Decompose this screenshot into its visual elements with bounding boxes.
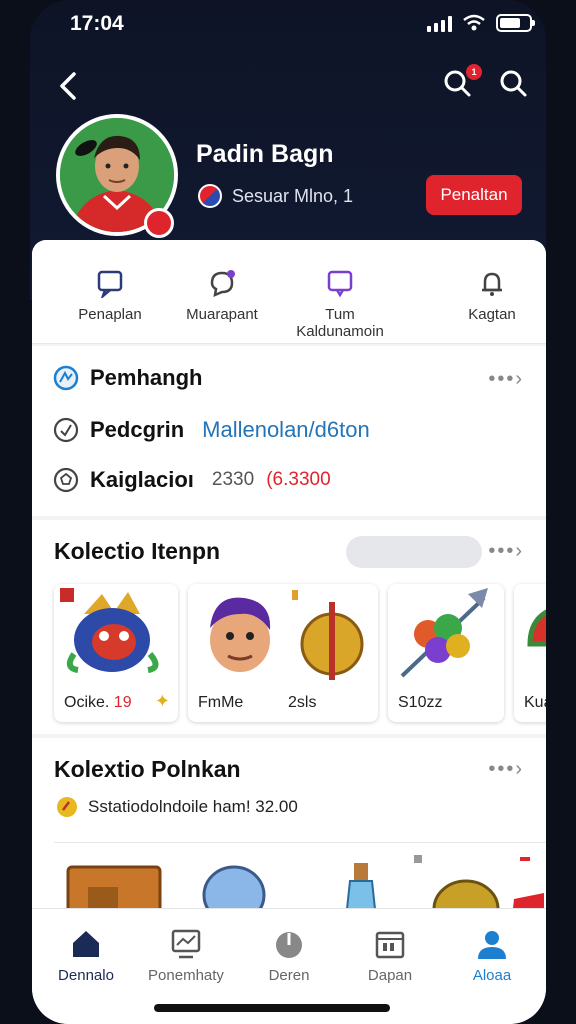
search-icon [500, 70, 527, 97]
signal-icon [427, 14, 452, 32]
tile-label: S10zz [398, 694, 443, 711]
tab-profile[interactable]: Aloaa [442, 927, 542, 984]
player-cartoon-image [210, 590, 364, 680]
quick-action-label: Kagtan [468, 306, 516, 323]
tile-label: Ocike. 19 [64, 694, 132, 711]
search-button[interactable] [498, 68, 532, 102]
chevron-left-icon [60, 72, 76, 100]
profile-subtitle-text: Sesuar Mlno, 1 [232, 185, 354, 206]
collection-title: Kolextio Polnkan [54, 756, 241, 782]
collection-subtitle-text: Sstatiodolndoile ham! 32.00 [88, 797, 298, 816]
tile-label: Kuat [524, 694, 546, 711]
tab-label: Deren [268, 967, 310, 984]
tab-deren[interactable]: Deren [239, 927, 339, 984]
battery-icon [496, 14, 535, 32]
watermelon-image [527, 609, 546, 647]
message-square-icon [327, 270, 353, 298]
quick-action-label: Muarapant [186, 306, 258, 323]
status-icons [427, 14, 535, 32]
tab-home[interactable]: Dennalo [36, 927, 136, 984]
globe-badge-icon [53, 365, 79, 391]
quick-action-label: Penaplan [78, 306, 142, 323]
info-row-value-red: (6.3300 [266, 469, 331, 490]
collection-tile[interactable]: FmMe 2sls [188, 584, 378, 722]
badge-chat-icon [210, 270, 235, 298]
dragon-mascot-image [60, 588, 159, 673]
notification-badge: 1 [466, 64, 482, 80]
tile-label: FmMe [198, 694, 244, 711]
tab-dapan[interactable]: Dapan [340, 927, 440, 984]
profile-subtitle: Sesuar Mlno, 1 [198, 184, 353, 208]
more-button[interactable]: •••› [488, 758, 524, 781]
tile-extra-label: 2sls [288, 694, 317, 711]
verified-badge-icon [144, 208, 174, 238]
collection-subtitle: Sstatiodolndoile ham! 32.00 [54, 794, 298, 820]
tab-label: Dapan [367, 967, 413, 984]
quick-action-label: Tum Kaldunamoin [296, 306, 384, 340]
info-row-label: Pemhangh [90, 365, 203, 390]
home-indicator [154, 1004, 390, 1012]
content-sheet: Penaplan Muarapant Tum Kaldunamoin Kagta… [32, 240, 546, 1024]
collection-tile[interactable]: Kuat [514, 584, 546, 722]
calendar-icon [375, 931, 405, 959]
info-row-value-gray: 2330 [211, 469, 255, 490]
profile-name: Padin Bagn [196, 140, 334, 168]
collection-tiles: Ocike. 19 ✦ FmMe 2sls S10zz Ku [54, 584, 546, 722]
ball-icon [53, 467, 79, 493]
tab-label: Ponemhaty [148, 967, 224, 984]
collection-title: Kolectio Itenpn [54, 538, 221, 564]
info-row-kaiglacio: Kaiglacioı 2330 (6.3300 [52, 466, 331, 494]
power-icon [276, 932, 302, 958]
quick-actions-bar: Penaplan Muarapant Tum Kaldunamoin Kagta… [32, 240, 546, 344]
team-flag-icon [198, 184, 222, 208]
more-button[interactable]: •••› [488, 540, 524, 563]
bell-icon [482, 272, 502, 296]
collection-tile[interactable]: S10zz [388, 584, 504, 722]
info-row-value[interactable]: Mallenolan/d6ton [202, 417, 370, 443]
back-button[interactable] [54, 68, 84, 104]
home-icon [73, 931, 99, 957]
tab-label: Aloaa [472, 967, 512, 984]
quick-action-muarapant[interactable]: Muarapant [162, 268, 282, 323]
more-button[interactable]: •••› [488, 368, 524, 391]
coin-icon [57, 797, 77, 817]
collection-filter-pill[interactable] [346, 536, 482, 568]
info-row-label: Pedcgrin [90, 417, 185, 442]
collection-items-card: Kolectio Itenpn •••› Ocike. 19 ✦ FmMe 2s… [32, 520, 546, 734]
collection-tile[interactable]: Ocike. 19 ✦ [54, 584, 178, 722]
quick-action-penaplan[interactable]: Penaplan [50, 268, 170, 323]
tab-ponemhaty[interactable]: Ponemhaty [136, 927, 236, 984]
follow-button[interactable]: Penaltan [426, 175, 522, 215]
wifi-icon [463, 14, 485, 31]
info-card: Pemhangh •••› Pedcgrin Mallenolan/d6ton … [32, 346, 546, 516]
chart-icon [171, 929, 201, 959]
quick-action-tum-kaldunamoin[interactable]: Tum Kaldunamoin [280, 268, 400, 340]
status-bar: 17:04 [0, 0, 576, 50]
sparkle-icon: ✦ [154, 691, 170, 711]
tab-label: Dennalo [58, 967, 114, 984]
notification-search-button[interactable]: 1 [442, 64, 482, 102]
status-time: 17:04 [70, 12, 124, 35]
spear-bouquet-image [400, 588, 488, 678]
check-circle-icon [53, 417, 79, 443]
chat-box-icon [97, 270, 123, 298]
info-row-label: Kaiglacioı [90, 467, 194, 492]
info-row-pemhangh[interactable]: Pemhangh [52, 364, 202, 392]
phone-screen: 17:04 1 Padin Bagn Sesuar Mlno, 1 Penalt… [0, 0, 576, 1024]
info-row-pedcgrin: Pedcgrin Mallenolan/d6ton [52, 416, 370, 444]
quick-action-kagtan[interactable]: Kagtan [432, 268, 546, 323]
person-icon [478, 931, 506, 959]
